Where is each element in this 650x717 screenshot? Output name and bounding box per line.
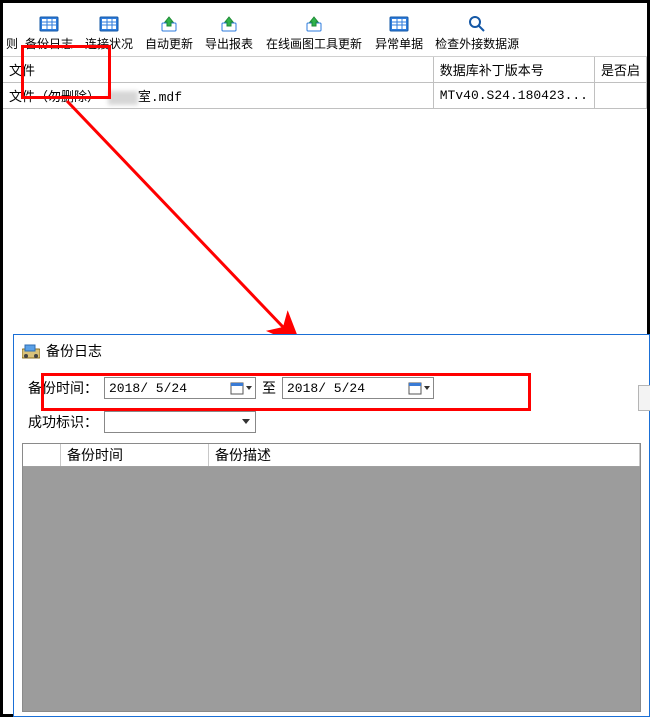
grid-col-selector[interactable] <box>23 444 61 466</box>
date-to-picker[interactable]: 2018/ 5/24 <box>282 377 434 399</box>
toolbar-label: 导出报表 <box>205 35 253 52</box>
toolbar-backup-log[interactable]: 备份日志 <box>19 13 79 54</box>
toolbar-label: 检查外接数据源 <box>435 35 519 52</box>
filter-area: 备份时间： 2018/ 5/24 至 2018/ 5/24 成功标识： <box>14 371 649 439</box>
search-icon <box>467 15 487 33</box>
top-grid-row[interactable]: 文件（勿删除） 室.mdf MTv40.S24.180423... <box>3 83 647 109</box>
label-backup-time: 备份时间： <box>22 378 98 398</box>
grid-icon <box>99 15 119 33</box>
toolbar-label: 异常单据 <box>375 35 423 52</box>
calendar-icon <box>408 381 422 395</box>
toolbar-online-draw-update[interactable]: 在线画图工具更新 <box>259 13 369 54</box>
grid-icon <box>389 15 409 33</box>
cell-file: 文件（勿删除） 室.mdf <box>3 83 433 109</box>
file-prefix: 文件（勿删除） <box>9 90 100 105</box>
success-flag-combo[interactable] <box>104 411 256 433</box>
result-grid: 备份时间 备份描述 <box>22 443 641 712</box>
dialog-titlebar: 备份日志 <box>14 335 649 371</box>
cell-enable <box>594 83 646 109</box>
side-button[interactable] <box>638 385 650 411</box>
col-enable[interactable]: 是否启 <box>594 57 646 83</box>
toolbar-exception-docs[interactable]: 异常单据 <box>369 13 429 54</box>
date-to-dropdown[interactable] <box>408 381 431 395</box>
result-grid-body[interactable] <box>23 467 640 711</box>
grid-col-desc[interactable]: 备份描述 <box>209 444 640 466</box>
toolbar-partial-label: 则 <box>6 35 18 52</box>
toolbar-auto-update[interactable]: 自动更新 <box>139 13 199 54</box>
col-file[interactable]: 文件 <box>3 57 433 83</box>
top-grid-header-row: 文件 数据库补丁版本号 是否启 <box>3 57 647 83</box>
backup-log-dialog: 备份日志 备份时间： 2018/ 5/24 至 2018/ 5/24 <box>13 334 650 717</box>
date-from-picker[interactable]: 2018/ 5/24 <box>104 377 256 399</box>
main-toolbar: 则 备份日志 连接状况 自动更新 导出报表 在线画图工具更新 异 <box>3 3 647 57</box>
toolbar-label: 连接状况 <box>85 35 133 52</box>
annotation-arrow <box>63 97 323 347</box>
upload-icon <box>219 15 239 33</box>
grid-icon <box>39 15 59 33</box>
col-patch[interactable]: 数据库补丁版本号 <box>433 57 594 83</box>
toolbar-connection-status[interactable]: 连接状况 <box>79 13 139 54</box>
grid-col-time[interactable]: 备份时间 <box>61 444 209 466</box>
result-grid-header: 备份时间 备份描述 <box>23 444 640 467</box>
file-suffix: 室.mdf <box>138 90 182 105</box>
toolbar-label: 在线画图工具更新 <box>266 35 362 52</box>
date-from-dropdown[interactable] <box>230 381 253 395</box>
toolbar-check-external[interactable]: 检查外接数据源 <box>429 13 525 54</box>
toolbar-label: 备份日志 <box>25 35 73 52</box>
chevron-down-icon <box>239 413 253 431</box>
calendar-icon <box>230 381 244 395</box>
dialog-title-text: 备份日志 <box>46 341 102 361</box>
date-to-value: 2018/ 5/24 <box>287 381 365 396</box>
app-icon <box>22 343 40 359</box>
toolbar-partial: 则 <box>5 33 19 54</box>
label-to: 至 <box>262 378 276 398</box>
cell-patch: MTv40.S24.180423... <box>433 83 594 109</box>
chevron-down-icon <box>245 381 253 395</box>
filter-row-flag: 成功标识： <box>22 405 641 439</box>
blurred-text <box>108 91 138 105</box>
date-from-value: 2018/ 5/24 <box>109 381 187 396</box>
filter-row-time: 备份时间： 2018/ 5/24 至 2018/ 5/24 <box>22 371 641 405</box>
chevron-down-icon <box>423 381 431 395</box>
top-grid: 文件 数据库补丁版本号 是否启 文件（勿删除） 室.mdf MTv40.S24.… <box>3 57 647 109</box>
label-success-flag: 成功标识： <box>22 412 98 432</box>
upload-icon <box>304 15 324 33</box>
toolbar-export-report[interactable]: 导出报表 <box>199 13 259 54</box>
toolbar-label: 自动更新 <box>145 35 193 52</box>
upload-icon <box>159 15 179 33</box>
